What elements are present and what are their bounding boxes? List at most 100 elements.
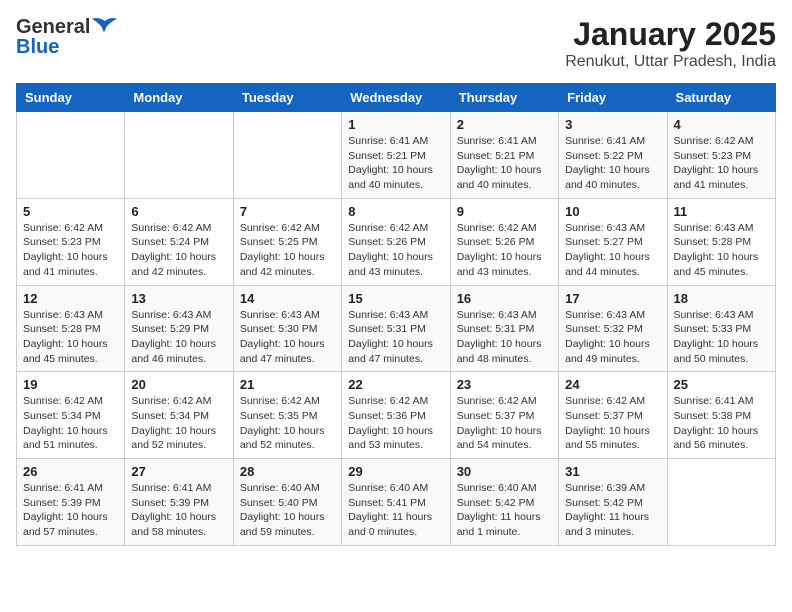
- day-info: Sunrise: 6:43 AM Sunset: 5:30 PM Dayligh…: [240, 308, 335, 367]
- calendar-day-cell: 10Sunrise: 6:43 AM Sunset: 5:27 PM Dayli…: [559, 198, 667, 285]
- calendar-day-cell: 9Sunrise: 6:42 AM Sunset: 5:26 PM Daylig…: [450, 198, 558, 285]
- calendar-day-cell: 2 Sunrise: 6:41 AM Sunset: 5:21 PM Daylig…: [450, 112, 558, 199]
- day-info: Sunrise: 6:41 AM Sunset: 5:38 PM Dayligh…: [674, 394, 769, 453]
- day-number: 20: [131, 377, 226, 392]
- day-info: Sunrise: 6:43 AM Sunset: 5:32 PM Dayligh…: [565, 308, 660, 367]
- day-info: Sunrise: 6:43 AM Sunset: 5:31 PM Dayligh…: [348, 308, 443, 367]
- calendar-day-cell: 29 Sunrise: 6:40 AM Sunset: 5:41 PM Dayli…: [342, 459, 450, 546]
- day-number: 17: [565, 291, 660, 306]
- calendar-day-cell: 31Sunrise: 6:39 AM Sunset: 5:42 PM Dayli…: [559, 459, 667, 546]
- calendar-day-cell: [233, 112, 341, 199]
- day-number: 24: [565, 377, 660, 392]
- calendar-day-cell: 30 Sunrise: 6:40 AM Sunset: 5:42 PM Dayli…: [450, 459, 558, 546]
- day-number: 10: [565, 204, 660, 219]
- day-number: 14: [240, 291, 335, 306]
- day-info: Sunrise: 6:41 AM Sunset: 5:21 PM Dayligh…: [348, 134, 443, 193]
- calendar-day-cell: 20 Sunrise: 6:42 AM Sunset: 5:34 PM Dayli…: [125, 372, 233, 459]
- day-info: Sunrise: 6:42 AM Sunset: 5:37 PM Dayligh…: [565, 394, 660, 453]
- calendar-body: 1Sunrise: 6:41 AM Sunset: 5:21 PM Daylig…: [17, 112, 776, 546]
- calendar-day-cell: 26Sunrise: 6:41 AM Sunset: 5:39 PM Dayli…: [17, 459, 125, 546]
- day-number: 5: [23, 204, 118, 219]
- day-number: 23: [457, 377, 552, 392]
- calendar-day-cell: [125, 112, 233, 199]
- calendar-week-row: 19 Sunrise: 6:42 AM Sunset: 5:34 PM Dayli…: [17, 372, 776, 459]
- calendar-week-row: 12 Sunrise: 6:43 AM Sunset: 5:28 PM Dayli…: [17, 285, 776, 372]
- day-number: 22: [348, 377, 443, 392]
- day-info: Sunrise: 6:42 AM Sunset: 5:35 PM Dayligh…: [240, 394, 335, 453]
- calendar-day-cell: 15 Sunrise: 6:43 AM Sunset: 5:31 PM Dayli…: [342, 285, 450, 372]
- day-number: 28: [240, 464, 335, 479]
- calendar-day-cell: 7 Sunrise: 6:42 AM Sunset: 5:25 PM Daylig…: [233, 198, 341, 285]
- day-info: Sunrise: 6:43 AM Sunset: 5:29 PM Dayligh…: [131, 308, 226, 367]
- calendar-week-row: 26 Sunrise: 6:41 AM Sunset: 5:39 PM Dayli…: [17, 459, 776, 546]
- day-info: Sunrise: 6:43 AM Sunset: 5:28 PM Dayligh…: [23, 308, 118, 367]
- calendar-day-cell: 8 Sunrise: 6:42 AM Sunset: 5:26 PM Daylig…: [342, 198, 450, 285]
- page-title: January 2025: [565, 16, 776, 53]
- day-info: Sunrise: 6:42 AM Sunset: 5:26 PM Dayligh…: [348, 221, 443, 280]
- day-of-week-header: Thursday: [450, 84, 558, 112]
- day-info: Sunrise: 6:43 AM Sunset: 5:33 PM Dayligh…: [674, 308, 769, 367]
- day-info: Sunrise: 6:40 AM Sunset: 5:42 PM Dayligh…: [457, 481, 552, 540]
- calendar-day-cell: 28 Sunrise: 6:40 AM Sunset: 5:40 PM Dayli…: [233, 459, 341, 546]
- day-number: 13: [131, 291, 226, 306]
- calendar-day-cell: 6Sunrise: 6:42 AM Sunset: 5:24 PM Daylig…: [125, 198, 233, 285]
- logo: General Blue: [16, 16, 118, 58]
- calendar-day-cell: [667, 459, 775, 546]
- calendar-day-cell: 1Sunrise: 6:41 AM Sunset: 5:21 PM Daylig…: [342, 112, 450, 199]
- day-info: Sunrise: 6:40 AM Sunset: 5:41 PM Dayligh…: [348, 481, 443, 540]
- calendar-week-row: 5 Sunrise: 6:42 AM Sunset: 5:23 PM Daylig…: [17, 198, 776, 285]
- calendar-day-cell: 11 Sunrise: 6:43 AM Sunset: 5:28 PM Dayli…: [667, 198, 775, 285]
- calendar-day-cell: 18 Sunrise: 6:43 AM Sunset: 5:33 PM Dayli…: [667, 285, 775, 372]
- day-info: Sunrise: 6:42 AM Sunset: 5:34 PM Dayligh…: [131, 394, 226, 453]
- calendar-day-cell: [17, 112, 125, 199]
- day-number: 8: [348, 204, 443, 219]
- day-info: Sunrise: 6:43 AM Sunset: 5:28 PM Dayligh…: [674, 221, 769, 280]
- calendar-day-cell: 19 Sunrise: 6:42 AM Sunset: 5:34 PM Dayli…: [17, 372, 125, 459]
- calendar-day-cell: 5 Sunrise: 6:42 AM Sunset: 5:23 PM Daylig…: [17, 198, 125, 285]
- logo-bird-icon: [92, 17, 118, 37]
- calendar-table: SundayMondayTuesdayWednesdayThursdayFrid…: [16, 83, 776, 546]
- title-block: January 2025 Renukut, Uttar Pradesh, Ind…: [565, 16, 776, 71]
- day-info: Sunrise: 6:41 AM Sunset: 5:21 PM Dayligh…: [457, 134, 552, 193]
- day-number: 27: [131, 464, 226, 479]
- calendar-day-cell: 12 Sunrise: 6:43 AM Sunset: 5:28 PM Dayli…: [17, 285, 125, 372]
- day-number: 19: [23, 377, 118, 392]
- page-subtitle: Renukut, Uttar Pradesh, India: [565, 53, 776, 71]
- day-number: 11: [674, 204, 769, 219]
- day-info: Sunrise: 6:41 AM Sunset: 5:39 PM Dayligh…: [131, 481, 226, 540]
- day-number: 15: [348, 291, 443, 306]
- calendar-week-row: 1Sunrise: 6:41 AM Sunset: 5:21 PM Daylig…: [17, 112, 776, 199]
- logo-blue: Blue: [16, 36, 118, 58]
- day-of-week-header: Monday: [125, 84, 233, 112]
- calendar-day-cell: 17 Sunrise: 6:43 AM Sunset: 5:32 PM Dayli…: [559, 285, 667, 372]
- calendar-day-cell: 27 Sunrise: 6:41 AM Sunset: 5:39 PM Dayli…: [125, 459, 233, 546]
- day-of-week-header: Friday: [559, 84, 667, 112]
- day-info: Sunrise: 6:41 AM Sunset: 5:22 PM Dayligh…: [565, 134, 660, 193]
- day-number: 12: [23, 291, 118, 306]
- day-number: 2: [457, 117, 552, 132]
- calendar-day-cell: 21 Sunrise: 6:42 AM Sunset: 5:35 PM Dayli…: [233, 372, 341, 459]
- day-number: 7: [240, 204, 335, 219]
- day-of-week-header: Saturday: [667, 84, 775, 112]
- calendar-day-cell: 22 Sunrise: 6:42 AM Sunset: 5:36 PM Dayli…: [342, 372, 450, 459]
- day-info: Sunrise: 6:40 AM Sunset: 5:40 PM Dayligh…: [240, 481, 335, 540]
- page-header: General Blue January 2025 Renukut, Uttar…: [16, 16, 776, 71]
- day-info: Sunrise: 6:39 AM Sunset: 5:42 PM Dayligh…: [565, 481, 660, 540]
- calendar-day-cell: 14 Sunrise: 6:43 AM Sunset: 5:30 PM Dayli…: [233, 285, 341, 372]
- calendar-day-cell: 16Sunrise: 6:43 AM Sunset: 5:31 PM Dayli…: [450, 285, 558, 372]
- calendar-day-cell: 13 Sunrise: 6:43 AM Sunset: 5:29 PM Dayli…: [125, 285, 233, 372]
- day-number: 26: [23, 464, 118, 479]
- day-info: Sunrise: 6:42 AM Sunset: 5:34 PM Dayligh…: [23, 394, 118, 453]
- day-info: Sunrise: 6:42 AM Sunset: 5:36 PM Dayligh…: [348, 394, 443, 453]
- day-info: Sunrise: 6:42 AM Sunset: 5:25 PM Dayligh…: [240, 221, 335, 280]
- day-number: 21: [240, 377, 335, 392]
- header-row: SundayMondayTuesdayWednesdayThursdayFrid…: [17, 84, 776, 112]
- day-info: Sunrise: 6:42 AM Sunset: 5:37 PM Dayligh…: [457, 394, 552, 453]
- day-number: 30: [457, 464, 552, 479]
- day-of-week-header: Tuesday: [233, 84, 341, 112]
- calendar-header: SundayMondayTuesdayWednesdayThursdayFrid…: [17, 84, 776, 112]
- day-info: Sunrise: 6:42 AM Sunset: 5:23 PM Dayligh…: [23, 221, 118, 280]
- day-number: 29: [348, 464, 443, 479]
- day-number: 18: [674, 291, 769, 306]
- calendar-day-cell: 25Sunrise: 6:41 AM Sunset: 5:38 PM Dayli…: [667, 372, 775, 459]
